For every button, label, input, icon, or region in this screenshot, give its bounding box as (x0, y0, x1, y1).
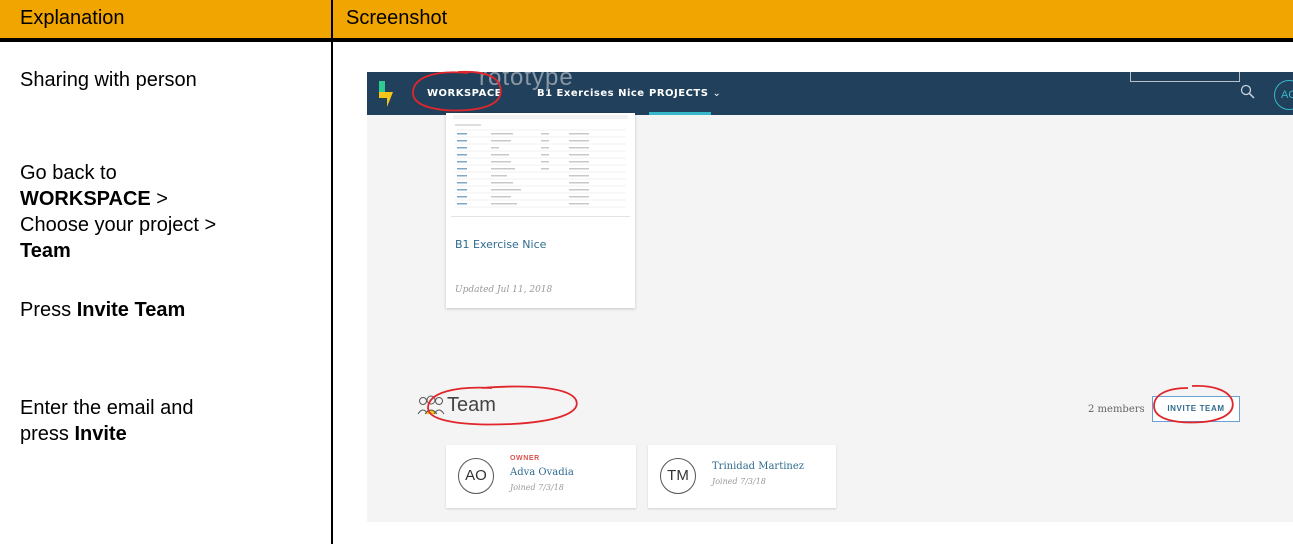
invite-team-button[interactable]: INVITE TEAM (1152, 396, 1240, 422)
member-joined: Joined 7/3/18 (510, 483, 564, 492)
app-screenshot: WORKSPACE B1 Exercises Nice PROJECTS ⌄ A… (367, 72, 1293, 522)
team-title: Team (447, 394, 496, 416)
ghost-button (1130, 72, 1240, 82)
project-card[interactable]: B1 Exercise Nice Updated Jul 11, 2018 (446, 113, 635, 308)
column-divider (331, 0, 333, 544)
team-icon (417, 395, 445, 415)
member-name[interactable]: Adva Ovadia (510, 467, 574, 478)
step-sharing: Sharing with person (20, 69, 197, 91)
owner-badge: OWNER (510, 455, 540, 462)
step-press-invite: Press Invite Team (20, 299, 186, 321)
table-header (0, 0, 1293, 38)
member-card[interactable]: AO OWNER Adva Ovadia Joined 7/3/18 (446, 445, 636, 508)
header-rule (0, 38, 1293, 42)
search-icon[interactable] (1240, 84, 1256, 100)
member-card[interactable]: TM Trinidad Martinez Joined 7/3/18 (648, 445, 836, 508)
app-logo-icon (379, 81, 393, 107)
project-thumbnail (451, 113, 630, 217)
member-joined: Joined 7/3/18 (712, 477, 766, 486)
header-explanation: Explanation (20, 7, 125, 29)
active-tab-underline (649, 112, 711, 115)
project-title[interactable]: B1 Exercise Nice (455, 238, 546, 251)
nav-projects[interactable]: PROJECTS ⌄ (649, 88, 721, 99)
step-go-back: Go back to WORKSPACE > Choose your proje… (20, 162, 217, 262)
member-name[interactable]: Trinidad Martinez (712, 461, 804, 472)
project-updated: Updated Jul 11, 2018 (455, 285, 553, 295)
member-avatar: TM (660, 458, 696, 494)
members-count: 2 members (1088, 404, 1145, 415)
member-avatar: AO (458, 458, 494, 494)
header-screenshot: Screenshot (346, 7, 448, 29)
ghost-title: rototype (479, 72, 574, 91)
step-enter-email: Enter the email and press Invite (20, 397, 194, 445)
user-avatar[interactable]: AO (1274, 80, 1293, 110)
chevron-down-icon: ⌄ (712, 88, 722, 99)
